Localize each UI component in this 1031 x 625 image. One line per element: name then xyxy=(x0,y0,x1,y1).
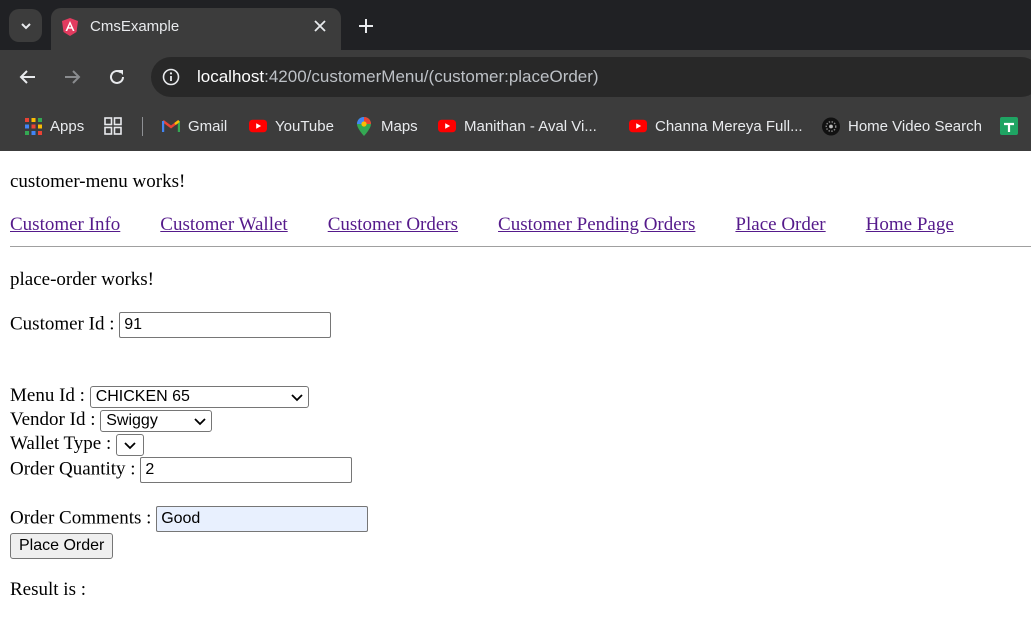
apps-grid-icon xyxy=(24,117,42,135)
nav-link-customer-pending-orders[interactable]: Customer Pending Orders xyxy=(498,214,695,235)
url-text: localhost:4200/customerMenu/(customer:pl… xyxy=(197,67,599,87)
wallet-type-row: Wallet Type : xyxy=(10,433,145,456)
nav-link-customer-wallet[interactable]: Customer Wallet xyxy=(160,214,287,235)
bookmark-label: Channa Mereya Full... xyxy=(655,117,803,135)
active-tab[interactable]: CmsExample xyxy=(51,8,341,50)
bookmark-sheets[interactable] xyxy=(1000,115,1026,137)
info-icon xyxy=(162,68,180,86)
reload-button[interactable] xyxy=(106,66,128,88)
bookmark-apps[interactable]: Apps xyxy=(24,115,84,137)
url-host: localhost xyxy=(197,67,265,86)
result-text: Result is : xyxy=(10,579,87,600)
menu-id-selected: CHICKEN 65 xyxy=(95,387,190,405)
bookmark-label: Manithan - Aval Vi... xyxy=(464,117,597,135)
bookmark-gmail[interactable]: Gmail xyxy=(162,115,227,137)
new-tab-button[interactable] xyxy=(354,14,378,38)
menu-id-label: Menu Id : xyxy=(10,385,85,406)
nav-link-home-page[interactable]: Home Page xyxy=(866,214,954,235)
plus-icon xyxy=(359,19,373,33)
forward-button[interactable] xyxy=(61,66,83,88)
chevron-down-icon xyxy=(20,22,31,29)
angular-icon xyxy=(62,18,78,36)
url-path: :4200/customerMenu/(customer:placeOrder) xyxy=(264,67,599,86)
customer-id-label: Customer Id : xyxy=(10,313,115,335)
close-tab-button[interactable] xyxy=(310,16,330,36)
gmail-icon xyxy=(162,117,180,135)
menu-id-select[interactable]: CHICKEN 65 xyxy=(89,385,309,408)
order-quantity-label: Order Quantity : xyxy=(10,458,136,480)
customer-id-input[interactable] xyxy=(119,312,332,338)
reload-icon xyxy=(110,69,124,84)
vendor-id-select[interactable]: Swiggy xyxy=(100,409,213,432)
bookmark-channa-mereya[interactable]: Channa Mereya Full... xyxy=(629,115,803,137)
menu-id-row: Menu Id : CHICKEN 65 xyxy=(10,385,309,408)
wallet-type-select[interactable] xyxy=(116,433,145,456)
bookmarks-bar: Apps Gmail YouTube Maps Manithan - Aval … xyxy=(0,104,1031,151)
maps-icon xyxy=(355,116,373,136)
wallet-type-label: Wallet Type : xyxy=(10,433,112,454)
page-content: customer-menu works! Customer Info Custom… xyxy=(0,151,1031,625)
order-comments-label: Order Comments : xyxy=(10,507,152,529)
bookmark-label: Maps xyxy=(381,117,418,135)
nav-link-place-order[interactable]: Place Order xyxy=(735,214,825,235)
vendor-id-row: Vendor Id : Swiggy xyxy=(10,409,213,432)
place-order-heading: place-order works! xyxy=(10,269,155,290)
arrow-left-icon xyxy=(19,70,35,84)
chevron-down-icon xyxy=(291,394,303,401)
sheets-icon xyxy=(1000,117,1018,135)
bookmark-label: YouTube xyxy=(275,117,334,135)
nav-link-customer-info[interactable]: Customer Info xyxy=(10,214,120,235)
tab-groups-icon xyxy=(104,117,122,135)
place-order-button[interactable]: Place Order xyxy=(10,533,114,559)
order-quantity-row: Order Quantity : xyxy=(10,457,353,483)
order-comments-input[interactable] xyxy=(156,506,369,532)
arrow-right-icon xyxy=(65,70,81,84)
tab-search-button[interactable] xyxy=(9,9,42,42)
bookmark-label: Gmail xyxy=(188,117,228,135)
order-comments-row: Order Comments : xyxy=(10,506,369,532)
bookmark-maps[interactable]: Maps xyxy=(355,115,418,137)
chevron-down-icon xyxy=(124,442,136,449)
nav-link-customer-orders[interactable]: Customer Orders xyxy=(328,214,458,235)
youtube-icon xyxy=(438,117,456,135)
back-button[interactable] xyxy=(17,66,39,88)
browser-toolbar: localhost:4200/customerMenu/(customer:pl… xyxy=(0,50,1031,104)
browser-chrome: CmsExample localhost:4200/customerMenu/(… xyxy=(0,0,1031,151)
bookmark-home-video-search[interactable]: Home Video Search xyxy=(822,115,982,137)
address-bar[interactable]: localhost:4200/customerMenu/(customer:pl… xyxy=(151,57,1031,97)
customer-nav: Customer Info Customer Wallet Customer Ord… xyxy=(10,214,994,236)
submit-row: Place Order xyxy=(10,533,114,559)
vendor-id-selected: Swiggy xyxy=(106,411,158,429)
bookmark-youtube[interactable]: YouTube xyxy=(249,115,334,137)
vendor-id-label: Vendor Id : xyxy=(10,409,96,430)
tab-strip: CmsExample xyxy=(0,0,1031,50)
youtube-icon xyxy=(249,117,267,135)
bookmark-label: Apps xyxy=(50,117,85,135)
nav-divider xyxy=(10,246,1031,247)
youtube-icon xyxy=(629,117,647,135)
bookmark-label: Home Video Search xyxy=(848,117,982,135)
bookmark-manithan[interactable]: Manithan - Aval Vi... xyxy=(438,115,597,137)
order-quantity-input[interactable] xyxy=(140,457,353,483)
video-search-icon xyxy=(822,117,840,135)
bookmarks-separator xyxy=(142,117,143,136)
menu-heading: customer-menu works! xyxy=(10,171,186,192)
site-info-button[interactable] xyxy=(161,67,181,87)
tab-title: CmsExample xyxy=(90,18,180,35)
tab-groups-button[interactable] xyxy=(104,115,130,137)
chevron-down-icon xyxy=(194,418,206,425)
customer-id-row: Customer Id : xyxy=(10,312,332,338)
close-icon xyxy=(314,20,326,32)
